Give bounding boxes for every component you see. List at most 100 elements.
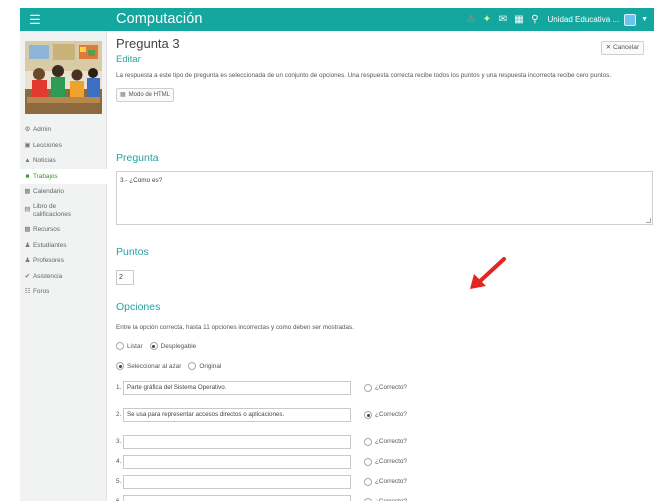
course-image xyxy=(25,41,102,114)
tools-icon[interactable]: ✦ xyxy=(481,13,492,26)
correct-toggle[interactable]: ¿Correcto? xyxy=(364,410,407,420)
option-number: 3. xyxy=(116,438,122,445)
option-input[interactable] xyxy=(123,475,351,489)
option-row: 2. Se usa para representar accesos direc… xyxy=(116,408,636,422)
sidebar-item-recursos[interactable]: ▩ Recursos xyxy=(20,222,107,238)
gradebook-icon: ▤ xyxy=(24,205,31,213)
correct-label: ¿Correcto? xyxy=(375,478,407,485)
listar-radio[interactable] xyxy=(116,342,124,350)
option-row: 1. Parte gráfica del Sistema Operativo. … xyxy=(116,381,636,395)
sidebar-item-label: Estudiantes xyxy=(33,241,67,249)
correct-toggle[interactable]: ¿Correcto? xyxy=(364,383,407,393)
student-icon: ♟ xyxy=(24,241,31,249)
edit-link[interactable]: Editar xyxy=(116,54,141,66)
correct-label: ¿Correcto? xyxy=(375,497,407,501)
folder-icon: ▩ xyxy=(24,225,31,233)
correct-radio[interactable] xyxy=(364,411,372,419)
sidebar-item-label: Lecciones xyxy=(33,141,62,149)
listar-label: Listar xyxy=(127,342,143,350)
option-number: 4. xyxy=(116,458,122,465)
option-input[interactable] xyxy=(123,455,351,469)
random-order-radio[interactable] xyxy=(116,362,124,370)
notes-icon[interactable]: ▦ xyxy=(513,13,524,26)
puntos-heading: Puntos xyxy=(116,246,149,258)
original-order-radio[interactable] xyxy=(188,362,197,370)
search-icon[interactable]: ⚲ xyxy=(529,13,540,26)
sidebar-item-noticias[interactable]: ▲ Noticias xyxy=(20,153,107,169)
correct-label: ¿Correcto? xyxy=(375,458,407,465)
hamburger-menu-icon[interactable]: ☰ xyxy=(26,11,44,28)
question-textarea[interactable]: 3.- ¿Como es? xyxy=(116,171,653,225)
order-mode-group: Seleccionar al azar Original xyxy=(116,361,221,371)
course-title: Computación xyxy=(116,11,203,27)
correct-toggle[interactable]: ¿Correcto? xyxy=(364,437,407,447)
option-input[interactable] xyxy=(123,495,351,501)
pregunta-heading: Pregunta xyxy=(116,152,159,164)
cancel-button[interactable]: ✕ Cancelar xyxy=(600,41,644,55)
options-description: Entre la opción correcta, hasta 11 opcio… xyxy=(116,324,354,331)
alert-icon[interactable]: ⚠ xyxy=(465,13,476,26)
random-order-label: Seleccionar al azar xyxy=(127,362,182,370)
desplegable-radio[interactable] xyxy=(149,342,158,350)
calendar-icon: ▦ xyxy=(24,188,31,196)
option-number: 1. xyxy=(116,384,122,391)
option-row: 5. ¿Correcto? xyxy=(116,475,636,489)
sidebar-item-foros[interactable]: ☷ Foros xyxy=(20,284,107,300)
option-input[interactable]: Se usa para representar accesos directos… xyxy=(123,408,351,422)
classroom-picture xyxy=(25,41,102,114)
sidebar-item-label: Recursos xyxy=(33,225,60,233)
clipboard-icon: ■ xyxy=(25,172,30,180)
organization-name[interactable]: Unidad Educativa ... xyxy=(547,15,619,24)
sidebar-item-libro-de-calificaciones[interactable]: ▤ Libro de calificaciones xyxy=(20,200,107,222)
chevron-down-icon[interactable]: ▼ xyxy=(641,16,648,23)
correct-toggle[interactable]: ¿Correcto? xyxy=(364,497,407,501)
sidebar-item-label: Admin xyxy=(33,126,52,133)
correct-radio[interactable] xyxy=(364,478,372,486)
question-type-description: La respuesta a este tipo de pregunta es … xyxy=(116,72,611,79)
sidebar: ⚙ Admin ▣ Lecciones ▲ Noticias ■ Trabajo… xyxy=(20,31,107,501)
user-avatar[interactable] xyxy=(624,13,637,26)
opciones-heading: Opciones xyxy=(116,301,161,313)
option-input[interactable]: Parte gráfica del Sistema Operativo. xyxy=(123,381,351,395)
red-arrow-annotation xyxy=(470,257,506,289)
messages-icon[interactable]: ✉ xyxy=(497,13,508,26)
sidebar-item-lecciones[interactable]: ▣ Lecciones xyxy=(20,138,107,154)
correct-radio[interactable] xyxy=(364,458,372,466)
sidebar-item-trabajos[interactable]: ■ Trabajos xyxy=(20,168,107,185)
correct-radio[interactable] xyxy=(364,438,372,446)
gear-icon: ⚙ xyxy=(24,126,31,133)
sidebar-item-profesores[interactable]: ♟ Profesores xyxy=(20,253,107,269)
points-input[interactable]: 2 xyxy=(116,270,134,285)
cancel-label: Cancelar xyxy=(612,44,639,51)
option-input[interactable] xyxy=(123,435,351,449)
resize-handle[interactable] xyxy=(646,218,651,223)
megaphone-icon: ▲ xyxy=(24,157,31,165)
correct-toggle[interactable]: ¿Correcto? xyxy=(364,477,407,487)
sidebar-item-label: Foros xyxy=(33,288,50,296)
top-bar-actions: ⚠ ✦ ✉ ▦ ⚲ Unidad Educativa ... ▼ xyxy=(465,10,648,29)
sidebar-item-label: Noticias xyxy=(33,157,56,165)
display-mode-group: Listar Desplegable xyxy=(116,341,196,351)
correct-radio[interactable] xyxy=(364,384,372,392)
desplegable-label: Desplegable xyxy=(160,342,197,350)
sidebar-item-admin[interactable]: ⚙ Admin xyxy=(20,122,107,138)
sidebar-item-label: Profesores xyxy=(33,257,64,265)
correct-label: ¿Correcto? xyxy=(375,411,407,418)
sidebar-item-label: Libro de calificaciones xyxy=(33,202,72,218)
correct-label: ¿Correcto? xyxy=(375,438,407,445)
sidebar-item-estudiantes[interactable]: ♟ Estudiantes xyxy=(20,238,107,254)
forum-icon: ☷ xyxy=(24,288,31,296)
original-order-label: Original xyxy=(199,362,222,370)
html-mode-label: Modo de HTML xyxy=(128,92,171,98)
sidebar-item-label: Trabajos xyxy=(33,172,58,180)
sidebar-item-asistencia[interactable]: ✔ Asistencia xyxy=(20,269,107,285)
html-mode-button[interactable]: ▦ Modo de HTML xyxy=(116,88,175,102)
option-number: 5. xyxy=(116,478,122,485)
option-row: 4. ¿Correcto? xyxy=(116,455,636,469)
code-icon: ▦ xyxy=(120,92,126,98)
option-number: 2. xyxy=(116,411,122,418)
page-title: Pregunta 3 xyxy=(116,36,180,51)
sidebar-item-calendario[interactable]: ▦ Calendario xyxy=(20,184,107,200)
app-window: ☰ Computación ⚠ ✦ ✉ ▦ ⚲ Unidad Educativa… xyxy=(20,8,654,501)
correct-toggle[interactable]: ¿Correcto? xyxy=(364,457,407,467)
